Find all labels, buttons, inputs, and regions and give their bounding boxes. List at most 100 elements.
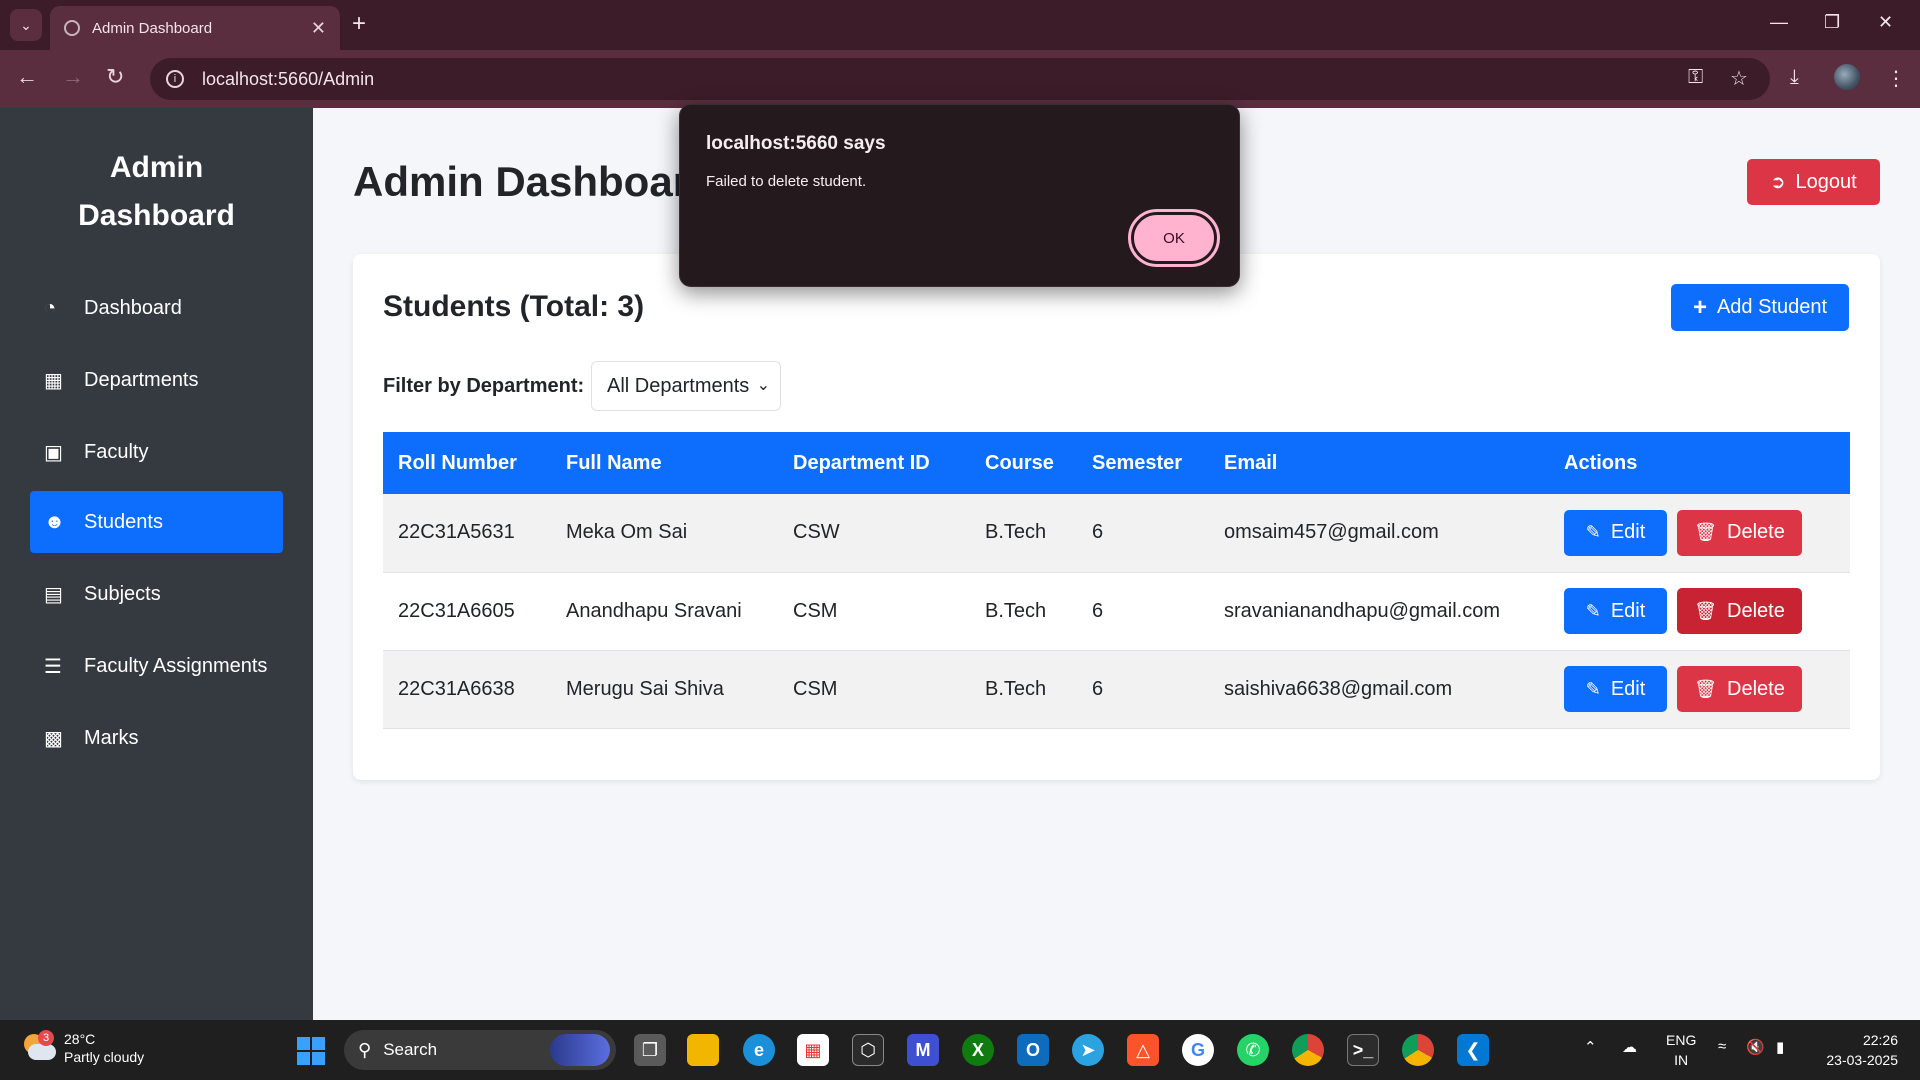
file-explorer-icon[interactable]	[687, 1034, 719, 1066]
table-row: 22C31A5631 Meka Om Sai CSW B.Tech 6 omsa…	[383, 494, 1850, 573]
whatsapp-icon[interactable]: ✆	[1237, 1034, 1269, 1066]
students-table: Roll Number Full Name Department ID Cour…	[383, 432, 1850, 729]
sidebar-item-label: Dashboard	[84, 296, 182, 319]
edge-icon[interactable]: e	[743, 1034, 775, 1066]
address-bar[interactable]: i localhost:5660/Admin	[150, 58, 1770, 100]
close-tab-icon[interactable]: ✕	[311, 18, 326, 39]
edit-label: Edit	[1610, 521, 1646, 544]
google-icon[interactable]: G	[1182, 1034, 1214, 1066]
telegram-icon[interactable]: ➤	[1072, 1034, 1104, 1066]
globe-icon	[64, 20, 80, 36]
vscode-icon[interactable]: ❮	[1457, 1034, 1489, 1066]
chevron-up-icon[interactable]: ⌃	[1584, 1038, 1597, 1056]
column-header: Actions	[1564, 451, 1638, 474]
outlook-icon[interactable]: O	[1017, 1034, 1049, 1066]
edit-label: Edit	[1610, 677, 1646, 700]
task-view-icon[interactable]: ❐	[634, 1034, 666, 1066]
tab-search-chevron-icon[interactable]: ⌄	[10, 9, 42, 41]
edit-button[interactable]: ✎ Edit	[1564, 588, 1667, 634]
add-student-label: Add Student	[1716, 296, 1828, 318]
page-title: Admin Dashboard	[353, 158, 715, 205]
column-header: Course	[985, 451, 1054, 474]
edit-icon: ✎	[1585, 522, 1601, 543]
cell-name: Meka Om Sai	[551, 494, 778, 573]
battery-icon[interactable]: ▮	[1776, 1038, 1784, 1056]
chrome-icon[interactable]	[1292, 1034, 1324, 1066]
weather-widget[interactable]: 3 28°C Partly cloudy	[22, 1030, 144, 1066]
brand-line-1: Admin	[109, 151, 204, 184]
column-header: Roll Number	[398, 451, 517, 474]
sidebar-item-faculty-assignments[interactable]: ☰ Faculty Assignments	[30, 635, 283, 697]
windows-start-icon[interactable]	[297, 1037, 325, 1065]
delete-button[interactable]: 🗑 Delete	[1677, 666, 1802, 712]
list-check-icon: ☰	[44, 655, 62, 678]
new-tab-icon[interactable]: +	[352, 10, 366, 38]
windows-taskbar: 3 28°C Partly cloudy ⚲ Search ❐ e ▦ ⬡ M …	[0, 1020, 1920, 1080]
lang-line-2: IN	[1674, 1052, 1689, 1068]
add-student-button[interactable]: + Add Student	[1671, 284, 1849, 331]
dialog-title: localhost:5660 says	[706, 133, 886, 154]
logout-button[interactable]: ➲ Logout	[1747, 159, 1880, 205]
taskbar-search[interactable]: ⚲ Search	[344, 1030, 616, 1070]
sidebar-item-dashboard[interactable]: ◔ Dashboard	[30, 277, 283, 339]
tab-title: Admin Dashboard	[92, 19, 213, 37]
edit-button[interactable]: ✎ Edit	[1564, 509, 1667, 556]
wifi-icon[interactable]: ≈	[1718, 1038, 1726, 1055]
bookmark-star-icon[interactable]: ☆	[1730, 66, 1748, 91]
weather-badge: 3	[38, 1030, 54, 1046]
browser-tab-bar: ⌄ Admin Dashboard ✕ + — ❐ ✕	[0, 0, 1920, 50]
sidebar-brand: Admin Dashboard	[0, 144, 313, 240]
cell-email: omsaim457@gmail.com	[1209, 494, 1549, 573]
restore-icon[interactable]: ❐	[1824, 12, 1840, 33]
cell-dept: CSM	[778, 572, 970, 651]
app-icon[interactable]: ⬡	[852, 1034, 884, 1066]
edit-button[interactable]: ✎ Edit	[1564, 666, 1667, 712]
weather-desc: Partly cloudy	[64, 1049, 145, 1065]
chalkboard-teacher-icon: ▣	[44, 441, 63, 464]
chrome-profile-icon[interactable]	[1402, 1034, 1434, 1066]
volume-muted-icon[interactable]: 🔇	[1746, 1038, 1765, 1056]
delete-button[interactable]: 🗑 Delete	[1677, 588, 1802, 634]
download-icon[interactable]: ⤓	[1790, 66, 1799, 89]
reload-icon[interactable]: ↻	[106, 64, 124, 90]
store-icon[interactable]: ▦	[797, 1034, 829, 1066]
cell-semester: 6	[1077, 494, 1209, 573]
sidebar-item-students[interactable]: ☻ Students	[30, 491, 283, 553]
forward-icon[interactable]: →	[62, 64, 84, 90]
password-key-icon[interactable]: ⚿	[1688, 66, 1703, 89]
window-close-icon[interactable]: ✕	[1878, 12, 1893, 33]
terminal-icon[interactable]: >_	[1347, 1034, 1379, 1066]
dialog-ok-button[interactable]: OK	[1128, 209, 1220, 267]
delete-button[interactable]: 🗑 Delete	[1677, 509, 1802, 556]
sidebar-item-subjects[interactable]: ▤ Subjects	[30, 563, 283, 625]
sidebar-item-label: Marks	[84, 726, 139, 749]
cell-dept: CSW	[778, 494, 970, 573]
department-filter-select[interactable]: All Departments ⌄	[591, 361, 781, 411]
system-clock[interactable]: 22:26 23-03-2025	[1812, 1030, 1898, 1070]
taskbar-search-label: Search	[383, 1040, 438, 1059]
trash-icon: 🗑	[1694, 600, 1718, 621]
delete-label: Delete	[1727, 521, 1785, 544]
column-header: Semester	[1092, 451, 1183, 474]
plus-icon: +	[1692, 293, 1707, 321]
app-m-icon[interactable]: M	[907, 1034, 939, 1066]
edit-icon: ✎	[1585, 600, 1601, 621]
sidebar-item-departments[interactable]: ▦ Departments	[30, 349, 283, 411]
sidebar-item-faculty[interactable]: ▣ Faculty	[30, 421, 283, 483]
chevron-down-icon: ⌄	[756, 377, 770, 394]
users-icon: ☻	[44, 510, 66, 533]
cell-actions: ✎ Edit 🗑 Delete	[1549, 494, 1850, 573]
menu-kebab-icon[interactable]: ⋮	[1886, 66, 1906, 91]
weather-temp: 28°C	[64, 1031, 96, 1047]
site-info-icon[interactable]: i	[166, 70, 184, 88]
column-header: Department ID	[793, 451, 930, 474]
sidebar-item-marks[interactable]: ▩ Marks	[30, 707, 283, 769]
browser-tab[interactable]: Admin Dashboard ✕	[50, 6, 340, 50]
xbox-icon[interactable]: X	[962, 1034, 994, 1066]
minimize-icon[interactable]: —	[1770, 12, 1788, 33]
profile-avatar[interactable]	[1834, 64, 1860, 90]
back-icon[interactable]: ←	[16, 64, 38, 90]
onedrive-cloud-icon[interactable]: ☁	[1622, 1038, 1637, 1056]
language-indicator[interactable]: ENG IN	[1666, 1030, 1696, 1070]
brave-icon[interactable]: △	[1127, 1034, 1159, 1066]
